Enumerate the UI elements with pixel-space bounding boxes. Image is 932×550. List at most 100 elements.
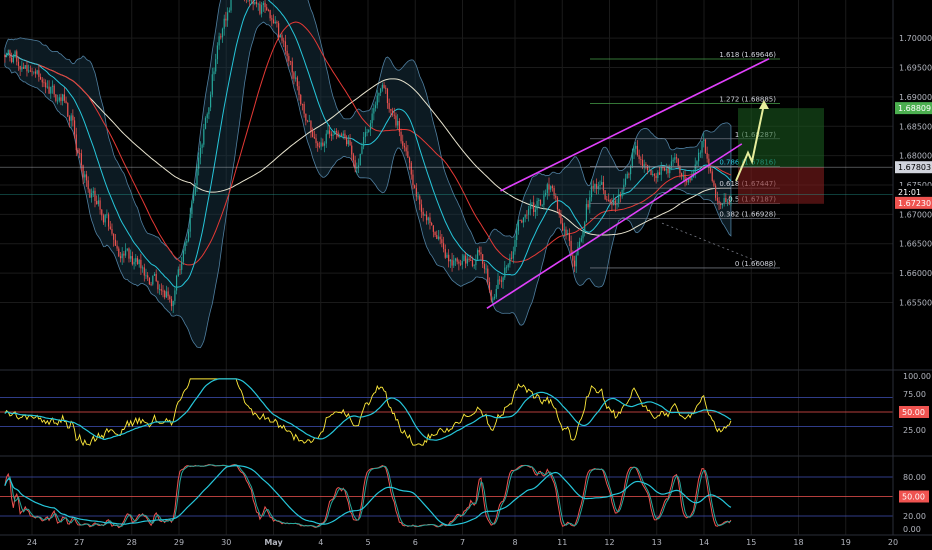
candle[interactable] [444,249,446,258]
candle[interactable] [449,259,451,262]
candle[interactable] [339,134,341,137]
candle[interactable] [609,200,611,203]
candle[interactable] [471,260,474,266]
candle[interactable] [63,94,65,101]
candle[interactable] [709,167,712,172]
candle[interactable] [381,84,383,89]
candle[interactable] [587,204,589,208]
candle[interactable] [96,201,98,205]
candle[interactable] [141,267,144,269]
candle[interactable] [262,2,264,5]
candle[interactable] [359,153,361,166]
candle[interactable] [104,214,106,223]
candle[interactable] [514,240,516,252]
candle[interactable] [373,108,375,114]
candle[interactable] [465,255,467,264]
candle[interactable] [19,65,21,70]
candle[interactable] [624,178,627,185]
candle[interactable] [45,82,47,88]
candle[interactable] [330,133,332,137]
candle[interactable] [70,115,72,121]
candle[interactable] [594,183,596,188]
candle[interactable] [145,275,147,277]
candle[interactable] [720,203,722,206]
candle[interactable] [529,203,531,209]
candle[interactable] [189,213,191,232]
candle[interactable] [526,214,528,216]
candle[interactable] [351,145,353,155]
candle[interactable] [310,120,312,132]
candle[interactable] [62,94,64,102]
candle[interactable] [366,131,368,133]
candle[interactable] [652,174,654,176]
candle[interactable] [706,152,708,159]
candle[interactable] [177,269,179,276]
candle[interactable] [85,174,88,181]
candle[interactable] [407,151,409,158]
candle[interactable] [393,114,395,116]
candle[interactable] [279,35,281,37]
candle[interactable] [658,172,661,175]
candle[interactable] [196,168,198,186]
candle[interactable] [538,199,540,201]
candle[interactable] [572,255,574,261]
candle[interactable] [490,290,492,300]
candle[interactable] [155,273,157,282]
candle[interactable] [555,195,557,198]
candle[interactable] [461,261,463,265]
candle[interactable] [516,230,518,241]
candle[interactable] [592,186,594,188]
candle[interactable] [429,217,431,223]
candle[interactable] [482,254,484,265]
candle[interactable] [215,59,217,72]
candle[interactable] [172,300,174,307]
candle[interactable] [602,182,605,191]
candle[interactable] [478,250,480,253]
candle[interactable] [130,256,132,259]
candle[interactable] [298,86,300,95]
candle[interactable] [99,200,101,210]
candle[interactable] [170,299,173,307]
candle[interactable] [607,200,610,201]
candle[interactable] [291,61,293,73]
candle[interactable] [114,239,116,246]
candle[interactable] [641,159,644,167]
candle[interactable] [68,116,71,121]
candle[interactable] [398,120,400,132]
candle[interactable] [278,23,280,37]
candle[interactable] [5,53,8,58]
candle[interactable] [72,115,74,121]
candle[interactable] [276,21,278,24]
candle[interactable] [371,113,373,124]
candle[interactable] [531,202,533,204]
candle[interactable] [252,0,254,4]
candle[interactable] [422,211,424,216]
candle[interactable] [75,134,77,151]
candle[interactable] [534,209,536,212]
candle[interactable] [43,82,45,84]
candle[interactable] [454,258,457,261]
candle[interactable] [589,197,591,208]
candle[interactable] [677,158,679,167]
candle[interactable] [259,3,261,14]
candle[interactable] [4,54,6,58]
candle[interactable] [638,154,640,160]
candle[interactable] [698,152,700,162]
candle[interactable] [312,131,314,137]
candle[interactable] [475,259,477,266]
candle[interactable] [400,131,402,142]
candle[interactable] [138,259,140,265]
candle[interactable] [664,168,666,171]
forex-chart[interactable]: 1.618 (1.69646)1.272 (1.68885)1 (1.68287… [0,0,932,550]
candle[interactable] [509,257,511,265]
candle[interactable] [175,275,178,291]
candle[interactable] [633,148,635,153]
candle[interactable] [456,258,458,262]
candle[interactable] [58,97,60,101]
candle[interactable] [613,200,615,206]
candle[interactable] [499,279,501,281]
candle[interactable] [148,277,150,285]
candle[interactable] [415,188,417,197]
candle[interactable] [682,176,684,177]
candle[interactable] [65,100,67,104]
